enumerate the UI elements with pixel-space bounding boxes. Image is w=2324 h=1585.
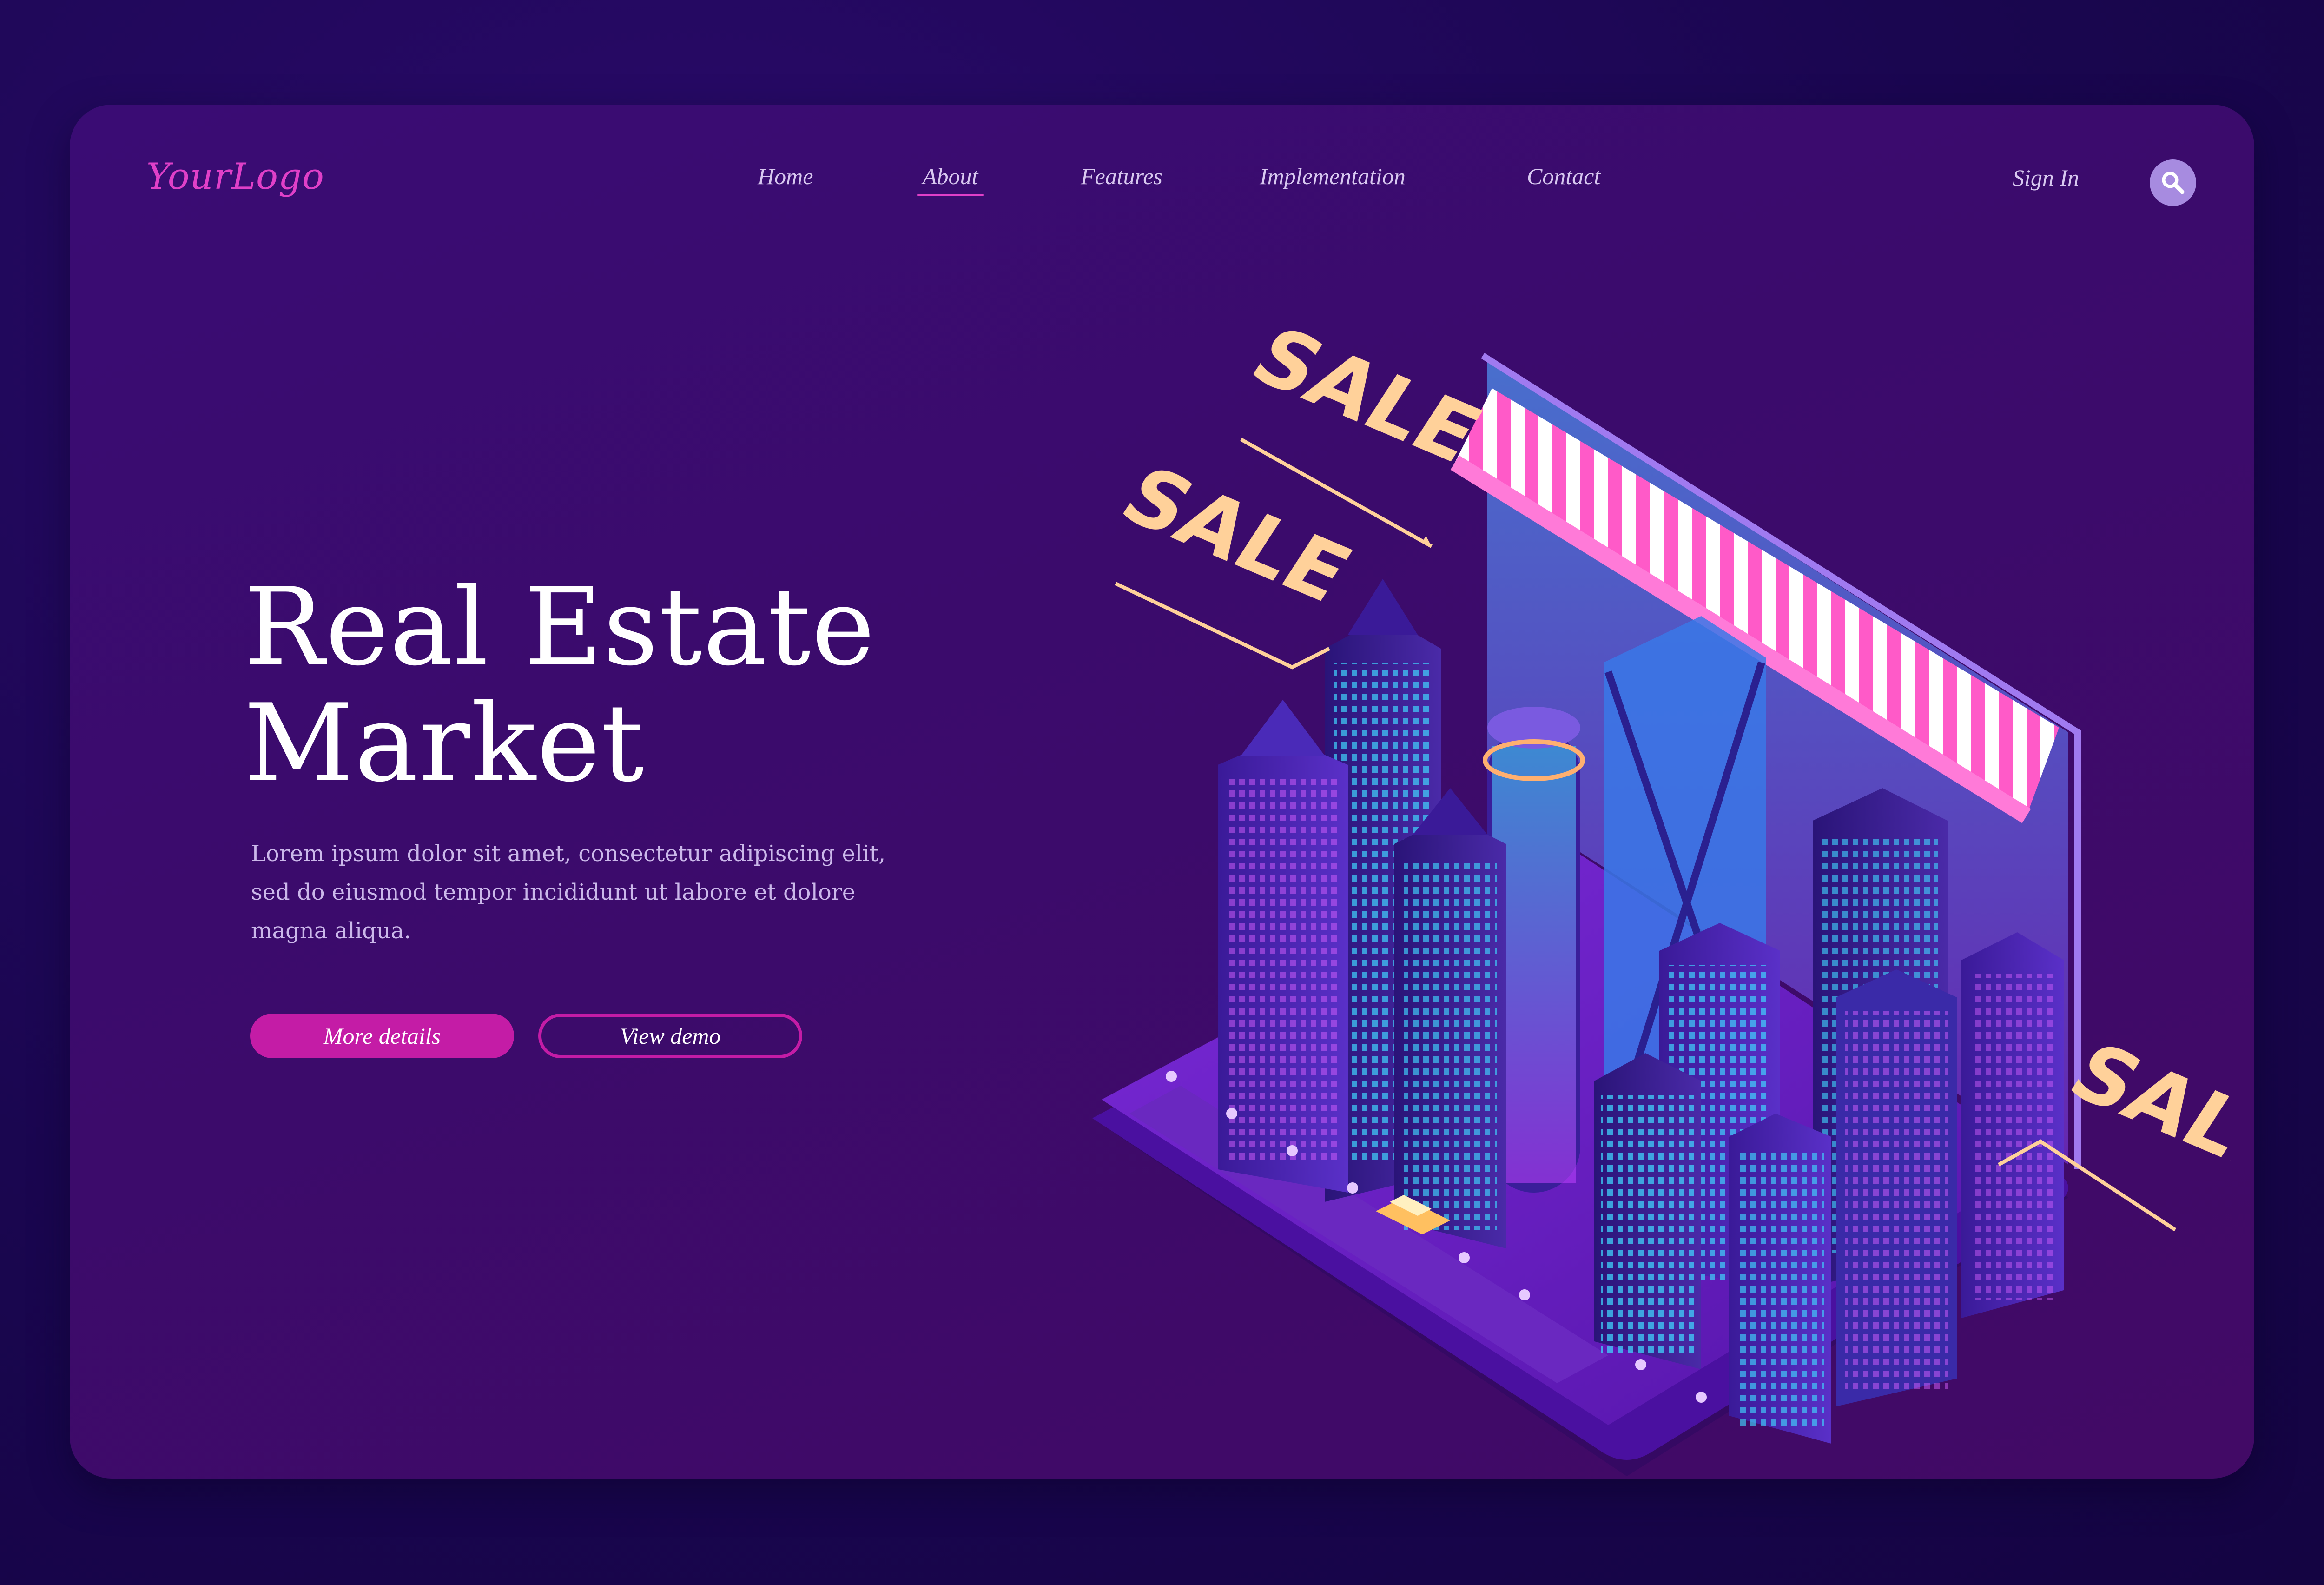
hero-title: Real Estate Market — [244, 570, 876, 802]
sale-label-1: SALE — [1235, 310, 1498, 480]
hero-title-line1: Real Estate — [244, 565, 876, 690]
sale-tag-left: SALE — [1105, 449, 1368, 670]
hero-description: Lorem ipsum dolor sit amet, consectetur … — [251, 841, 886, 944]
landing-card: YourLogo Home About Features Implementat… — [70, 105, 2254, 1479]
nav-contact[interactable]: Contact — [1527, 163, 1600, 190]
city-illustration: SALE SALE SALE — [1092, 310, 2231, 1476]
building-left — [1218, 700, 1348, 1193]
nav-home[interactable]: Home — [758, 163, 813, 190]
building-center — [1394, 788, 1506, 1248]
building-far-right — [1961, 932, 2064, 1318]
nav-implementation[interactable]: Implementation — [1260, 163, 1406, 190]
logo[interactable]: YourLogo — [146, 156, 324, 198]
sale-label-2: SALE — [1105, 449, 1368, 620]
view-demo-button[interactable]: View demo — [538, 1014, 802, 1058]
nav-about[interactable]: About — [917, 163, 984, 196]
building-front-left — [1594, 1053, 1701, 1369]
hero-title-line2: Market — [244, 682, 645, 806]
building-front — [1729, 1114, 1831, 1444]
search-button[interactable] — [2150, 159, 2196, 206]
more-details-button[interactable]: More details — [250, 1014, 514, 1058]
nav-features[interactable]: Features — [1081, 163, 1162, 190]
search-icon — [2162, 172, 2185, 194]
building-front-right — [1836, 969, 1957, 1406]
sign-in-link[interactable]: Sign In — [2013, 164, 2079, 191]
